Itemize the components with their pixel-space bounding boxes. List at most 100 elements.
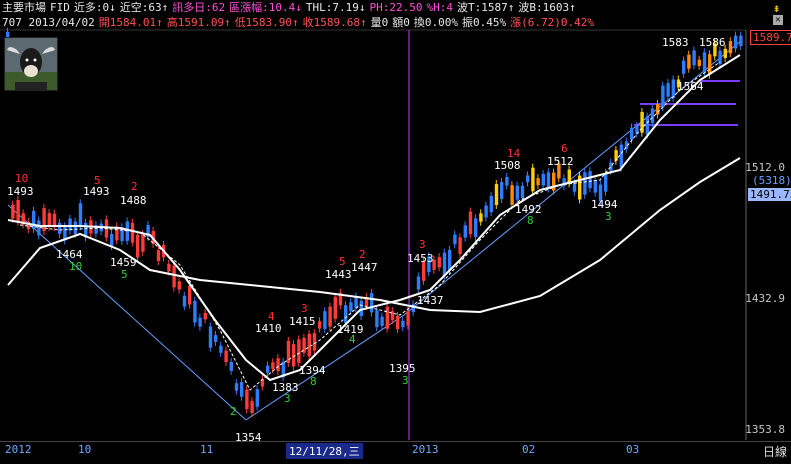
candle-body — [344, 305, 348, 324]
time-label-2012: 2012 — [5, 443, 32, 456]
candle-body — [723, 48, 727, 58]
period-mode-button[interactable]: 日線 — [763, 443, 787, 460]
count-label-red-4: 2 — [359, 248, 366, 261]
price-label-1410: 1410 — [255, 322, 282, 335]
candle-body — [661, 85, 665, 108]
volume-badge: (5318) — [752, 174, 791, 187]
candle-body — [167, 263, 171, 272]
candle-body — [739, 35, 743, 46]
price-label-1493: 1493 — [7, 185, 34, 198]
count-label-green-5: 3 — [402, 374, 409, 387]
candle-body — [177, 281, 181, 290]
count-label-green-0: 10 — [69, 260, 82, 273]
candle-body — [73, 221, 77, 235]
count-label-green-6: 4 — [349, 333, 356, 346]
candlestick-chart[interactable]: 1493146414931488145914431447145314101415… — [0, 0, 791, 463]
candle-body — [224, 350, 228, 363]
selected-date: 12/11/28,三 — [286, 443, 363, 459]
time-label-03: 03 — [626, 443, 640, 456]
candle-body — [536, 178, 540, 186]
candle-body — [58, 222, 62, 234]
candle-body — [42, 208, 46, 231]
price-label-1488: 1488 — [120, 194, 147, 207]
candle-body — [572, 182, 577, 192]
candle-body — [172, 265, 176, 288]
candle-body — [463, 225, 467, 238]
count-label-red-1: 5 — [94, 174, 101, 187]
candle-body — [68, 218, 72, 231]
candle-body — [297, 339, 301, 363]
ma-short-line — [7, 54, 741, 382]
candle-body — [531, 167, 535, 192]
candle-body — [619, 144, 623, 168]
price-label-1564: 1564 — [677, 80, 704, 93]
candle-body — [354, 296, 358, 309]
count-label-red-6: 4 — [268, 310, 275, 323]
ma-dash-line — [19, 61, 721, 391]
count-label-red-3: 5 — [339, 255, 346, 268]
candle-body — [396, 315, 400, 330]
candle-body — [489, 195, 493, 213]
candle-body — [328, 306, 332, 327]
candle-body — [734, 35, 738, 49]
candle-body — [11, 204, 15, 219]
price-label-1512: 1512 — [547, 155, 574, 168]
ma-value-badge: 1491.73 — [748, 188, 791, 201]
candle-body — [193, 300, 197, 323]
count-label-green-2: 2 — [230, 405, 237, 418]
candle-body — [697, 59, 701, 67]
candle-body — [271, 362, 275, 369]
time-axis-bar — [0, 441, 791, 464]
candle-body — [588, 171, 592, 189]
candle-body — [692, 50, 696, 66]
count-label-red-2: 2 — [131, 180, 138, 193]
scroll-up-icon[interactable]: ⇞ — [773, 1, 780, 15]
candle-body — [437, 257, 441, 268]
candle-body — [541, 173, 545, 186]
price-label-1508: 1508 — [494, 159, 521, 172]
candle-body — [728, 41, 733, 54]
count-label-red-5: 3 — [419, 238, 426, 251]
candle-body — [604, 172, 608, 192]
candle-body — [520, 185, 525, 198]
price-label-1586: 1586 — [699, 36, 726, 49]
candle-body — [656, 104, 660, 115]
close-icon[interactable]: ✕ — [773, 15, 783, 25]
time-label-02: 02 — [522, 443, 536, 456]
time-label-2013: 2013 — [412, 443, 439, 456]
candle-body — [645, 116, 649, 135]
price-tick-1353: 1353.8 — [745, 423, 785, 436]
candle-body — [208, 326, 213, 348]
candle-body — [458, 237, 462, 254]
candle-body — [240, 382, 244, 397]
last-price-badge: 1589.7 — [750, 30, 791, 45]
candle-body — [307, 333, 311, 357]
candle-body — [505, 176, 509, 186]
count-label-green-3: 3 — [284, 392, 291, 405]
candle-body — [266, 365, 270, 373]
candle-body — [276, 358, 280, 372]
candle-body — [156, 250, 161, 262]
candle-body — [219, 345, 223, 353]
count-label-green-7: 8 — [527, 214, 534, 227]
candle-body — [234, 383, 239, 391]
candle-body — [375, 310, 379, 328]
candle-body — [453, 234, 457, 245]
candle-body — [687, 54, 691, 69]
candle-body — [515, 185, 519, 200]
candle-body — [110, 234, 114, 246]
candle-body — [494, 184, 499, 205]
candle-body — [708, 54, 712, 75]
time-label-11: 11 — [200, 443, 214, 456]
price-label-1447: 1447 — [351, 261, 378, 274]
count-label-green-8: 3 — [605, 210, 612, 223]
candle-body — [370, 293, 374, 313]
count-label-red-9: 6 — [561, 142, 568, 155]
candle-body — [255, 389, 259, 407]
cow-logo — [4, 37, 58, 91]
candle-body — [546, 172, 551, 189]
candle-body — [484, 205, 488, 218]
count-label-green-1: 5 — [121, 268, 128, 281]
candle-body — [130, 222, 135, 243]
candle-body — [702, 52, 707, 73]
